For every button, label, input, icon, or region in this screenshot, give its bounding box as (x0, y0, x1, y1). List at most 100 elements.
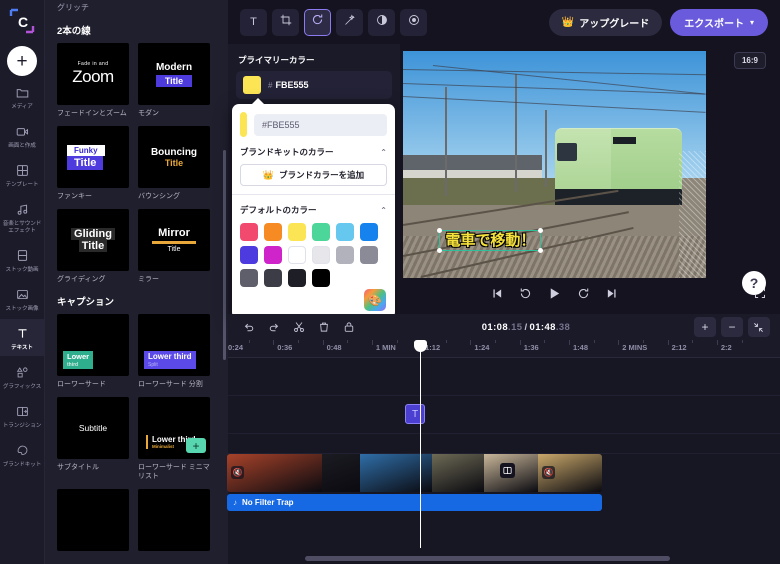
color-swatch[interactable] (288, 246, 306, 264)
audio-track[interactable]: ♪ No Filter Trap (227, 494, 602, 511)
caption-overlay[interactable]: 電車で移動！ (437, 227, 544, 253)
redo-button[interactable] (263, 317, 285, 337)
custom-color-picker-button[interactable]: 🎨 (364, 289, 386, 311)
video-clip-segment[interactable] (322, 454, 360, 492)
template-card[interactable]: Lower third Split ローワーサード 分割 (138, 314, 210, 389)
split-button[interactable] (288, 317, 310, 337)
color-swatch[interactable] (264, 223, 282, 241)
sidebar-item-text[interactable]: テキスト (0, 319, 45, 356)
template-card[interactable]: Fade in and Zoom フェードインとズーム (57, 43, 129, 118)
primary-color-row[interactable]: # FBE555 (236, 71, 392, 99)
browser-scrollbar[interactable] (223, 150, 226, 360)
ruler-label: 0:36 (277, 343, 293, 352)
primary-color-swatch[interactable] (243, 76, 261, 94)
add-brand-color-button[interactable]: 👑 ブランドカラーを追加 (240, 164, 387, 186)
color-swatch[interactable] (336, 223, 354, 241)
sidebar-item-stock-video[interactable]: ストック動画 (0, 241, 45, 278)
sidebar-item-brandkit[interactable]: ブランドキット (0, 436, 45, 473)
help-button[interactable]: ? (742, 271, 766, 295)
template-card[interactable]: Bouncing Title バウンシング (138, 126, 210, 201)
skip-start-button[interactable] (491, 287, 504, 300)
template-card[interactable]: Lower third Minimalist + ローワーサード ミニマリスト (138, 397, 210, 481)
sidebar-item-templates[interactable]: テンプレート (0, 156, 45, 193)
default-colors-section-header[interactable]: デフォルトのカラー ⌃ (240, 204, 387, 216)
template-card[interactable]: Modern Title モダン (138, 43, 210, 118)
color-swatch[interactable] (264, 246, 282, 264)
color-swatch[interactable] (240, 269, 258, 287)
video-track[interactable]: 🔇 🔇 (227, 454, 602, 492)
brandkit-section-header[interactable]: ブランドキットのカラー ⌃ (240, 146, 387, 158)
color-swatch[interactable] (312, 223, 330, 241)
timeline-ruler[interactable]: 0:24 0:36 0:48 1 MIN 1:12 1:24 1:36 1:48 2 MINS 2… (228, 340, 780, 358)
hex-input[interactable] (254, 113, 387, 136)
fit-timeline-button[interactable] (747, 317, 770, 337)
template-caption: ミラー (138, 276, 159, 283)
video-clip-segment[interactable] (360, 454, 432, 492)
animate-tool-button[interactable] (304, 8, 331, 36)
lock-button[interactable] (338, 317, 360, 337)
delete-button[interactable] (313, 317, 335, 337)
timeline-horizontal-scrollbar[interactable] (305, 556, 670, 561)
video-clip-segment[interactable] (432, 454, 484, 492)
play-button[interactable] (547, 286, 562, 301)
zoom-in-button[interactable]: + (693, 317, 716, 337)
color-swatch[interactable] (360, 223, 378, 241)
zoom-out-button[interactable]: − (720, 317, 743, 337)
rewind-button[interactable] (519, 287, 532, 300)
color-swatch[interactable] (240, 246, 258, 264)
template-card[interactable] (57, 489, 129, 551)
template-card[interactable] (138, 489, 210, 551)
mute-icon[interactable]: 🔇 (231, 466, 244, 479)
forward-button[interactable] (577, 287, 590, 300)
playhead[interactable] (414, 340, 427, 548)
color-swatch[interactable] (288, 223, 306, 241)
color-swatch[interactable] (288, 269, 306, 287)
app-logo[interactable]: C (5, 6, 39, 36)
adjust-tool-button[interactable] (368, 8, 395, 36)
mute-icon[interactable]: 🔇 (542, 466, 555, 479)
aspect-ratio-badge[interactable]: 16:9 (733, 52, 766, 69)
picker-current-swatch[interactable] (240, 112, 247, 137)
template-card[interactable]: Gliding Title グライディング (57, 209, 129, 284)
transition-badge[interactable] (500, 463, 515, 478)
video-clip-segment[interactable]: 🔇 (227, 454, 322, 492)
sidebar-item-transitions[interactable]: トランジション (0, 397, 45, 434)
text-template-browser[interactable]: グリッチ 2本の線 Fade in and Zoom フェードインとズーム Mo… (45, 0, 228, 564)
opacity-tool-button[interactable] (400, 8, 427, 36)
text-clip[interactable]: T (405, 404, 425, 424)
chevron-up-icon[interactable]: ⌃ (380, 206, 387, 215)
add-template-badge[interactable]: + (186, 438, 206, 453)
sidebar-item-audio[interactable]: 音楽とサウンド エフェクト (0, 195, 45, 239)
sidebar-item-record-create[interactable]: 画面と作成 (0, 117, 45, 154)
color-swatch[interactable] (360, 246, 378, 264)
record-icon (16, 123, 29, 140)
undo-button[interactable] (238, 317, 260, 337)
template-card[interactable]: Funky Title ファンキー (57, 126, 129, 201)
effects-tool-button[interactable] (336, 8, 363, 36)
color-swatch[interactable] (336, 246, 354, 264)
sidebar-item-stock-image[interactable]: ストック画像 (0, 280, 45, 317)
export-button[interactable]: エクスポート ▾ (670, 8, 768, 36)
section-title-captions: キャプション (57, 297, 115, 308)
chevron-up-icon[interactable]: ⌃ (380, 148, 387, 157)
color-picker-popover[interactable]: ブランドキットのカラー ⌃ 👑 ブランドカラーを追加 デフォルトのカラー ⌃ 🎨 (232, 98, 395, 319)
skip-end-button[interactable] (605, 287, 618, 300)
template-card[interactable]: Subtitle サブタイトル (57, 397, 129, 481)
text-tool-button[interactable]: T (240, 8, 267, 36)
color-swatch[interactable] (264, 269, 282, 287)
crop-tool-button[interactable] (272, 8, 299, 36)
sidebar-label: テキスト (11, 345, 33, 351)
resize-handle[interactable] (437, 227, 443, 233)
add-button[interactable]: + (7, 46, 37, 76)
video-preview-canvas[interactable]: 電車で移動！ (403, 51, 706, 278)
timeline-tracks[interactable]: T 🔇 🔇 ♪ No Filter Trap (227, 358, 780, 548)
color-swatch[interactable] (312, 269, 330, 287)
template-card[interactable]: Lower third ローワーサード (57, 314, 129, 389)
color-swatch[interactable] (312, 246, 330, 264)
upgrade-button[interactable]: 👑 アップグレード (548, 8, 663, 36)
sidebar-item-graphics[interactable]: グラフィックス (0, 358, 45, 395)
color-swatch[interactable] (240, 223, 258, 241)
sidebar-item-media[interactable]: メディア (0, 78, 45, 115)
template-card[interactable]: Mirror Title ミラー (138, 209, 210, 284)
video-clip-segment[interactable]: 🔇 (538, 454, 602, 492)
